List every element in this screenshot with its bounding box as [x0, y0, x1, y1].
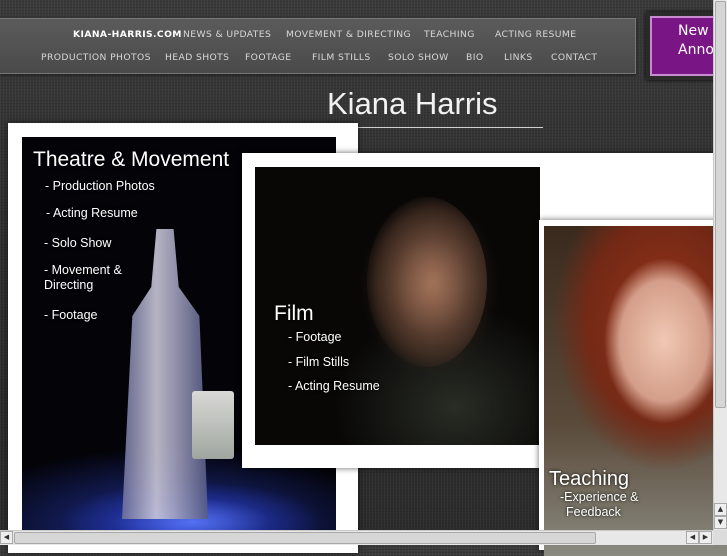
horizontal-scrollbar[interactable]: ◀ ◀ ▶	[0, 530, 713, 545]
title-divider	[330, 127, 543, 128]
main-navigation: KIANA-HARRIS.COM NEWS & UPDATES MOVEMENT…	[0, 18, 636, 74]
nav-link-home[interactable]: KIANA-HARRIS.COM	[73, 29, 182, 40]
teaching-link-feedback[interactable]: Feedback	[566, 505, 621, 520]
film-link-film-stills[interactable]: - Film Stills	[288, 355, 349, 370]
teaching-card[interactable]: Teaching -Experience & Feedback	[539, 220, 727, 556]
film-heading: Film	[274, 302, 314, 325]
scroll-down-arrow-icon[interactable]: ▼	[714, 516, 727, 529]
actress-figure-shape	[122, 229, 208, 519]
nav-link-head-shots[interactable]: HEAD SHOTS	[165, 52, 229, 63]
film-still-photo[interactable]: Film - Footage - Film Stills - Acting Re…	[255, 167, 540, 445]
nav-row-bottom: PRODUCTION PHOTOS HEAD SHOTS FOOTAGE FIL…	[0, 49, 635, 69]
site-title: Kiana Harris	[327, 86, 498, 121]
nav-link-footage[interactable]: FOOTAGE	[245, 52, 292, 63]
actress-face-shape	[367, 197, 487, 367]
film-link-footage[interactable]: - Footage	[288, 330, 342, 345]
nav-link-movement-directing[interactable]: MOVEMENT & DIRECTING	[286, 29, 411, 40]
nav-row-top: KIANA-HARRIS.COM NEWS & UPDATES MOVEMENT…	[0, 26, 635, 46]
theatre-link-production-photos[interactable]: - Production Photos	[45, 179, 155, 194]
theatre-link-solo-show[interactable]: - Solo Show	[44, 236, 111, 251]
theatre-link-movement[interactable]: - Movement &	[44, 263, 122, 278]
theatre-link-acting-resume[interactable]: - Acting Resume	[46, 206, 138, 221]
theatre-heading: Theatre & Movement	[33, 148, 230, 171]
nav-link-contact[interactable]: CONTACT	[551, 52, 597, 63]
nav-link-links[interactable]: LINKS	[504, 52, 533, 63]
teaching-heading: Teaching	[549, 468, 630, 490]
nav-link-news-updates[interactable]: NEWS & UPDATES	[183, 29, 271, 40]
nav-link-production-photos[interactable]: PRODUCTION PHOTOS	[41, 52, 151, 63]
teaching-headshot-photo[interactable]: Teaching -Experience & Feedback	[544, 226, 727, 556]
suitcase-shape	[192, 391, 234, 459]
scroll-up-arrow-icon[interactable]: ▲	[714, 503, 727, 516]
scroll-left-arrow-2-icon[interactable]: ◀	[686, 531, 699, 544]
nav-link-film-stills[interactable]: FILM STILLS	[312, 52, 371, 63]
scrollbar-corner	[713, 530, 727, 545]
teaching-link-experience[interactable]: -Experience &	[560, 490, 639, 505]
vertical-scrollbar[interactable]: ▲ ▼	[713, 0, 727, 530]
nav-link-acting-resume[interactable]: ACTING RESUME	[495, 29, 576, 40]
nav-link-bio[interactable]: BIO	[466, 52, 483, 63]
scroll-right-arrow-icon[interactable]: ▶	[699, 531, 712, 544]
theatre-link-footage[interactable]: - Footage	[44, 308, 98, 323]
film-link-acting-resume[interactable]: - Acting Resume	[288, 379, 380, 394]
scroll-left-arrow-icon[interactable]: ◀	[0, 531, 13, 544]
horizontal-scroll-thumb[interactable]	[14, 532, 596, 544]
nav-link-solo-show[interactable]: SOLO SHOW	[388, 52, 449, 63]
theatre-link-directing[interactable]: Directing	[44, 278, 93, 293]
vertical-scroll-thumb[interactable]	[715, 1, 726, 408]
nav-link-teaching[interactable]: TEACHING	[424, 29, 475, 40]
